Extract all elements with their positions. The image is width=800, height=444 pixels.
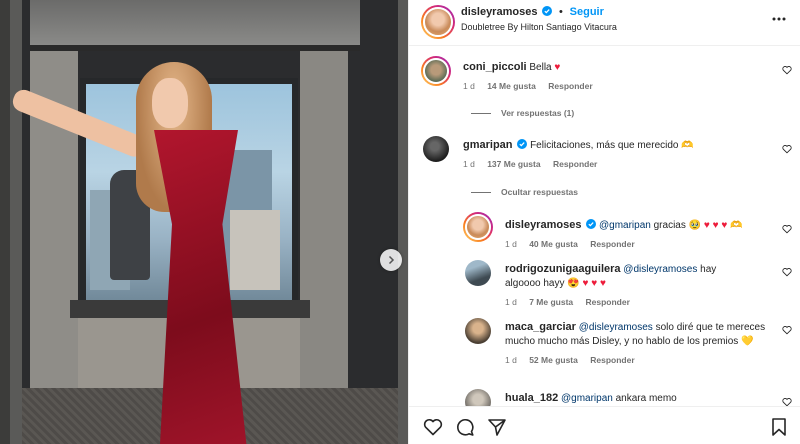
avatar[interactable] [421,5,455,39]
post-photo[interactable] [0,0,408,444]
comment-username[interactable]: maca_garciar [505,321,576,333]
photo-building [230,210,280,290]
verified-badge-icon [542,6,553,16]
comment-text: gracias [653,220,686,231]
hide-replies-toggle[interactable]: Ocultar respuestas [471,187,578,197]
verified-badge-icon [517,139,528,149]
comment-username[interactable]: rodrigozunigaaguilera [505,263,621,275]
comment-time: 1 d [505,297,517,307]
follow-button[interactable]: Seguir [570,6,604,18]
mention-link[interactable]: @gmaripan [599,220,651,231]
photo-ceiling [30,0,360,45]
photo-wall-right [300,51,348,401]
comment-time: 1 d [505,239,517,249]
separator-dot: • [559,6,563,18]
view-replies-toggle[interactable]: Ver respuestas (1) [471,108,574,118]
emoji-group: 😍 ♥ ♥ ♥ [567,278,606,289]
comment-likes[interactable]: 137 Me gusta [487,159,540,169]
heart-icon[interactable] [782,224,792,234]
mention-link[interactable]: @disleyramoses [579,322,653,333]
comment-text: ankara memo [615,393,677,404]
comment-icon[interactable] [455,417,475,437]
hands-emoji: 🫶 [681,140,694,151]
comment-time: 1 d [463,159,475,169]
avatar[interactable] [465,318,491,344]
avatar[interactable] [463,212,493,242]
action-bar [409,406,800,444]
reply-button[interactable]: Responder [590,239,634,249]
heart-icon[interactable] [782,325,792,335]
heart-icon[interactable] [782,144,792,154]
post-username[interactable]: disleyramoses [461,6,537,18]
comment-time: 1 d [463,81,475,91]
reply-button[interactable]: Responder [586,297,630,307]
post-location[interactable]: Doubletree By Hilton Santiago Vitacura [461,22,617,32]
comments-panel: disleyramoses • Seguir Doubletree By Hil… [408,0,800,444]
heart-icon[interactable] [782,65,792,75]
heart-icon[interactable] [423,417,443,437]
comment-text: Felicitaciones, más que merecido [530,140,679,151]
verified-badge-icon [586,219,597,229]
emoji-group: 🥹 ♥ ♥ ♥ 🫶 [688,220,743,231]
photo-edge [0,0,10,444]
comment-username[interactable]: coni_piccoli [463,61,527,73]
avatar[interactable] [465,260,491,286]
more-options-icon[interactable] [771,11,787,27]
comment-likes[interactable]: 14 Me gusta [487,81,536,91]
avatar[interactable] [423,136,449,162]
avatar[interactable] [421,56,451,86]
comment-likes[interactable]: 7 Me gusta [529,297,573,307]
comment-time: 1 d [505,355,517,365]
comment-likes[interactable]: 40 Me gusta [529,239,578,249]
bookmark-icon[interactable] [769,417,789,437]
photo-person-face [152,78,188,128]
comment-text: Bella [529,62,552,73]
comment-likes[interactable]: 52 Me gusta [529,355,578,365]
reply-button[interactable]: Responder [548,81,592,91]
heart-emoji: 💛 [741,336,754,347]
send-icon[interactable] [487,417,507,437]
chevron-right-icon [388,255,395,265]
comment-username[interactable]: disleyramoses [505,219,581,231]
mention-link[interactable]: @disleyramoses [623,264,697,275]
post-header: disleyramoses • Seguir Doubletree By Hil… [409,0,800,46]
heart-emoji: ♥ [554,62,561,73]
reply-button[interactable]: Responder [553,159,597,169]
comment-username[interactable]: huala_182 [505,392,558,404]
reply-button[interactable]: Responder [590,355,634,365]
mention-link[interactable]: @gmaripan [561,393,613,404]
comment-username[interactable]: gmaripan [463,139,513,151]
heart-icon[interactable] [782,267,792,277]
next-photo-button[interactable] [380,249,402,271]
